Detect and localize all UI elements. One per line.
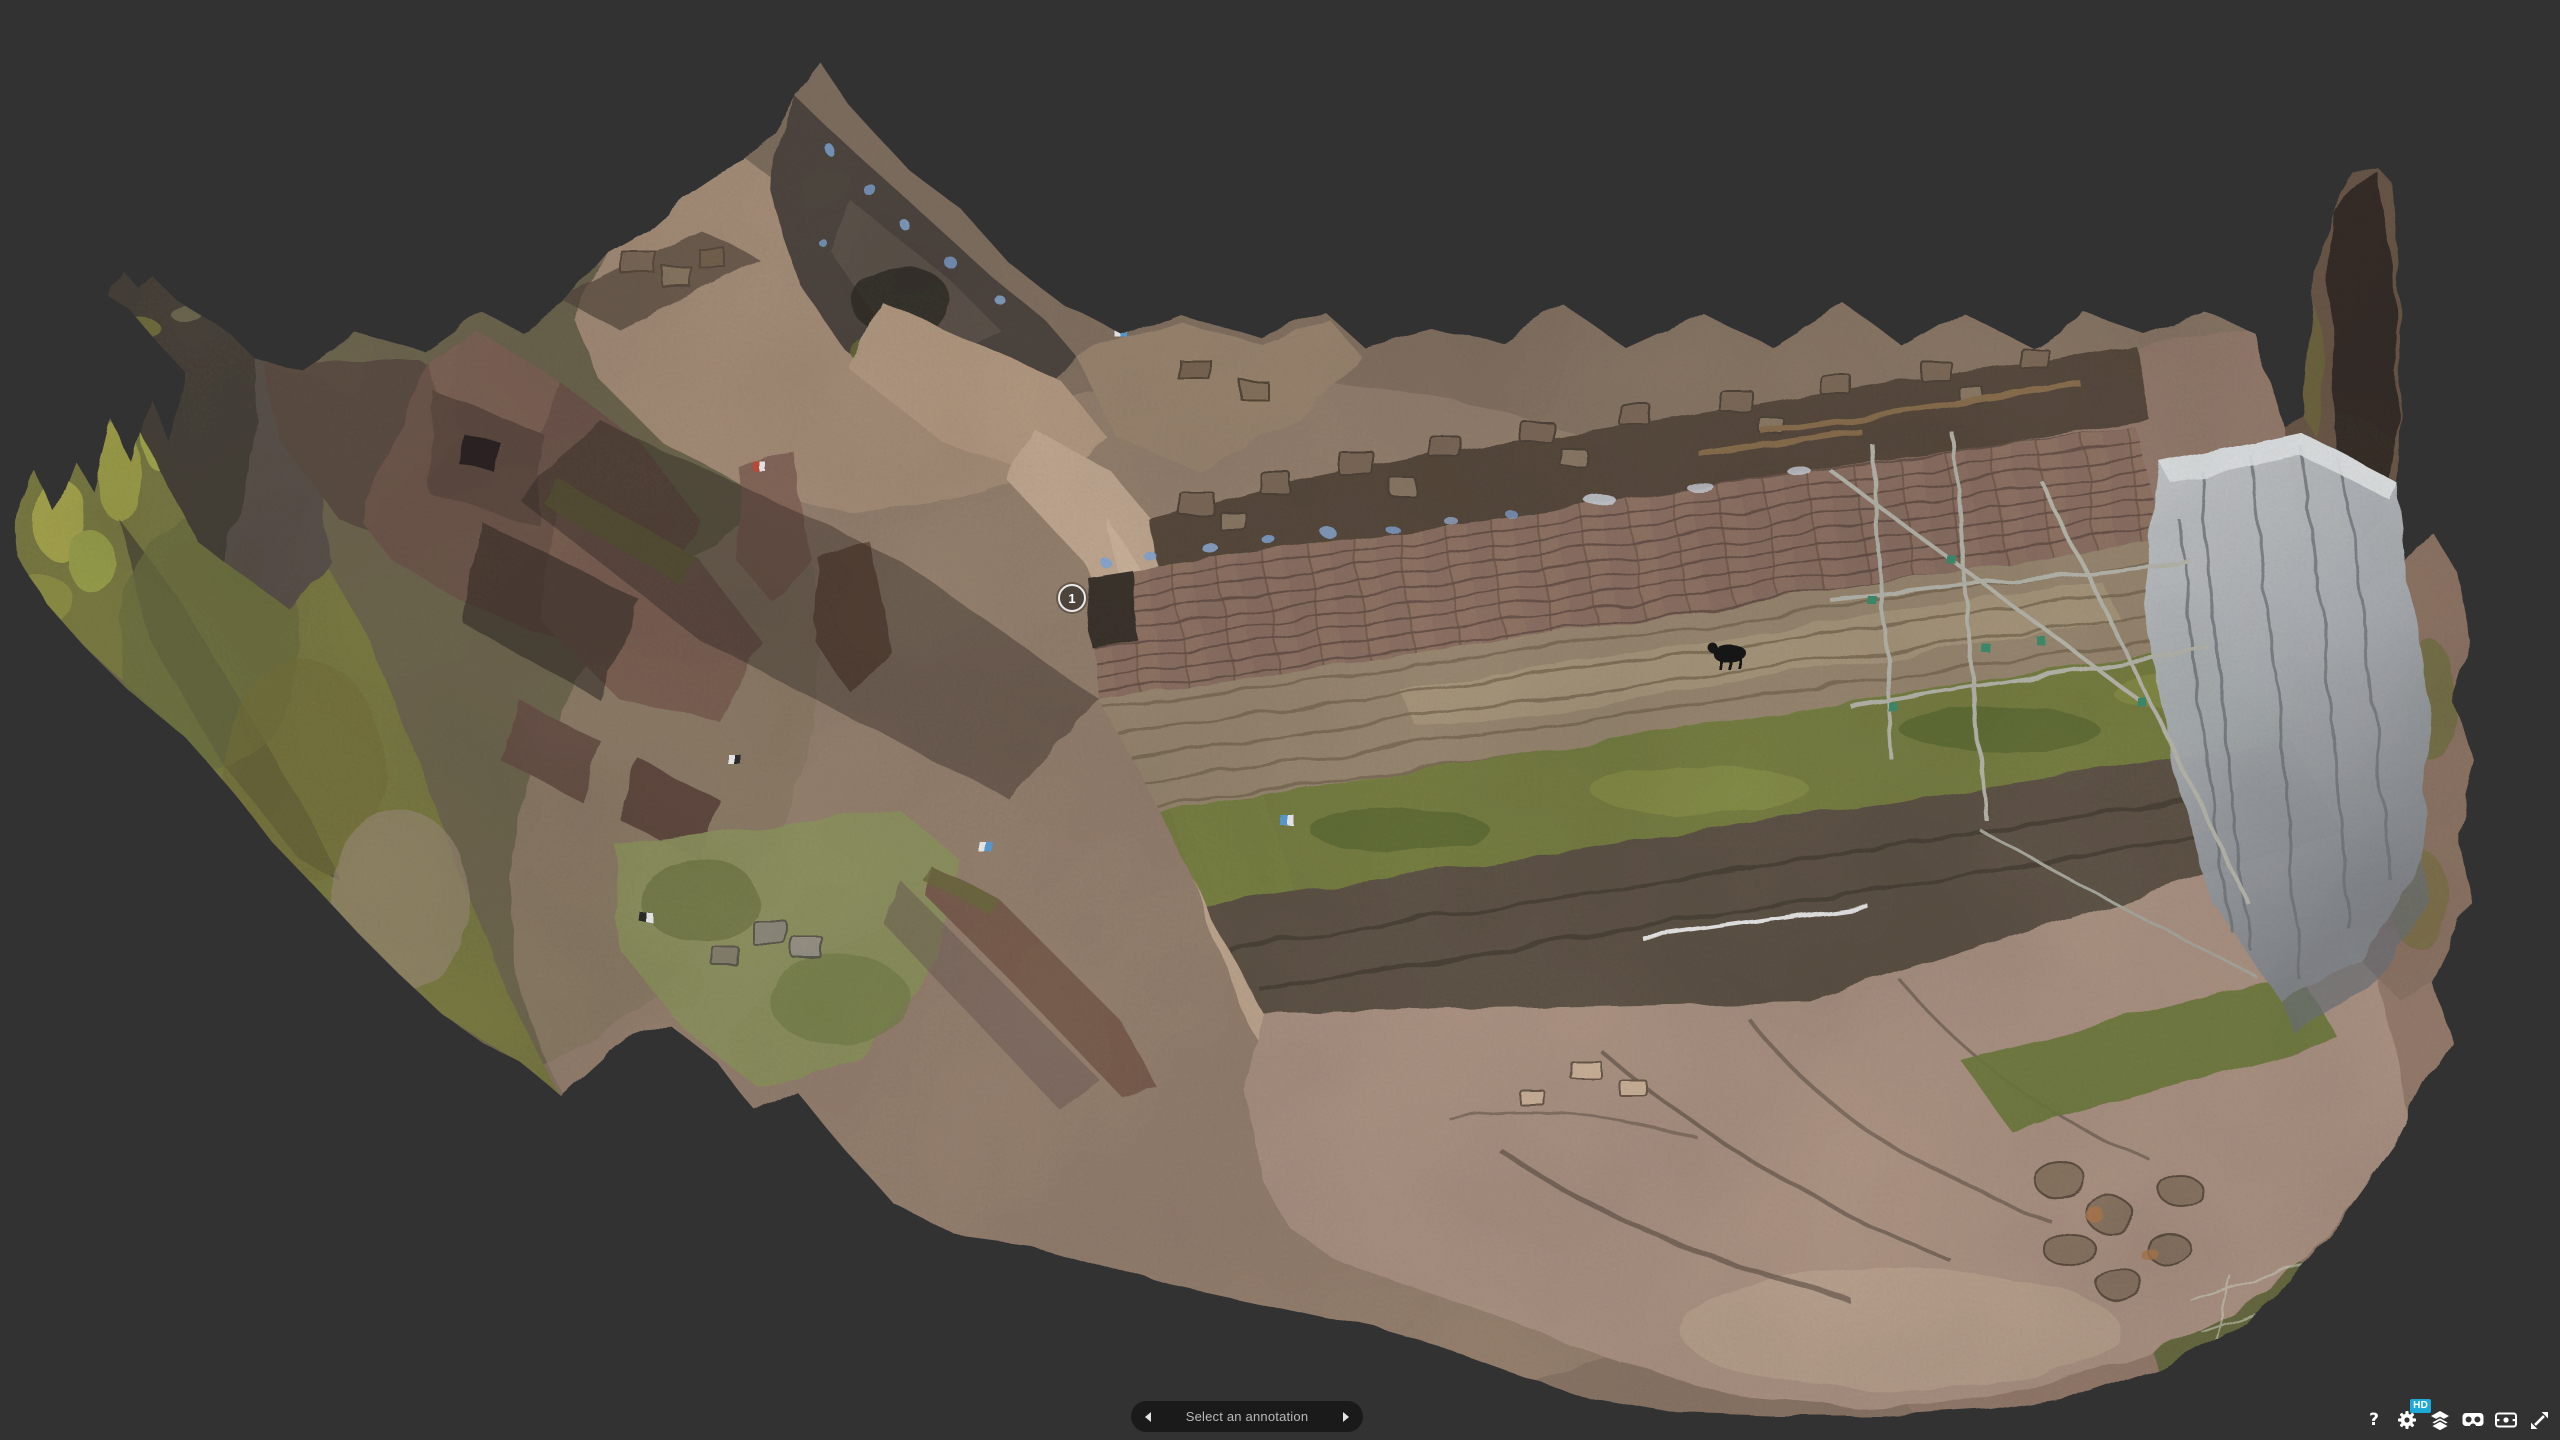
viewer-toolbar: ? HD [2363, 1409, 2550, 1431]
fullscreen-button[interactable] [2528, 1409, 2550, 1431]
gear-icon [2397, 1410, 2417, 1430]
fullscreen-icon [2530, 1411, 2549, 1430]
chevron-right-icon [1343, 1412, 1349, 1422]
vr-headset-icon [2462, 1412, 2484, 1428]
annotation-marker-number: 1 [1068, 591, 1075, 606]
layers-icon [2430, 1410, 2450, 1430]
texture-grain [0, 0, 2560, 1440]
model-3d-castle-ruins[interactable] [0, 0, 2560, 1440]
annotation-marker-1[interactable]: 1 [1058, 584, 1086, 612]
hd-badge: HD [2410, 1399, 2431, 1413]
terrain-mesh [0, 0, 2560, 1440]
viewer-stage[interactable]: 1 Select an annotation ? [0, 0, 2560, 1440]
layers-button[interactable] [2429, 1409, 2451, 1431]
cardboard-icon [2495, 1412, 2517, 1428]
cardboard-mode-button[interactable] [2495, 1409, 2517, 1431]
chevron-left-icon [1145, 1412, 1151, 1422]
help-button[interactable]: ? [2363, 1409, 2385, 1431]
annotation-nav: Select an annotation [1131, 1401, 1363, 1432]
next-annotation-button[interactable] [1329, 1401, 1363, 1432]
vr-headset-button[interactable] [2462, 1409, 2484, 1431]
settings-button[interactable]: HD [2396, 1409, 2418, 1431]
annotation-nav-label: Select an annotation [1165, 1409, 1329, 1424]
help-icon: ? [2369, 1410, 2379, 1430]
previous-annotation-button[interactable] [1131, 1401, 1165, 1432]
